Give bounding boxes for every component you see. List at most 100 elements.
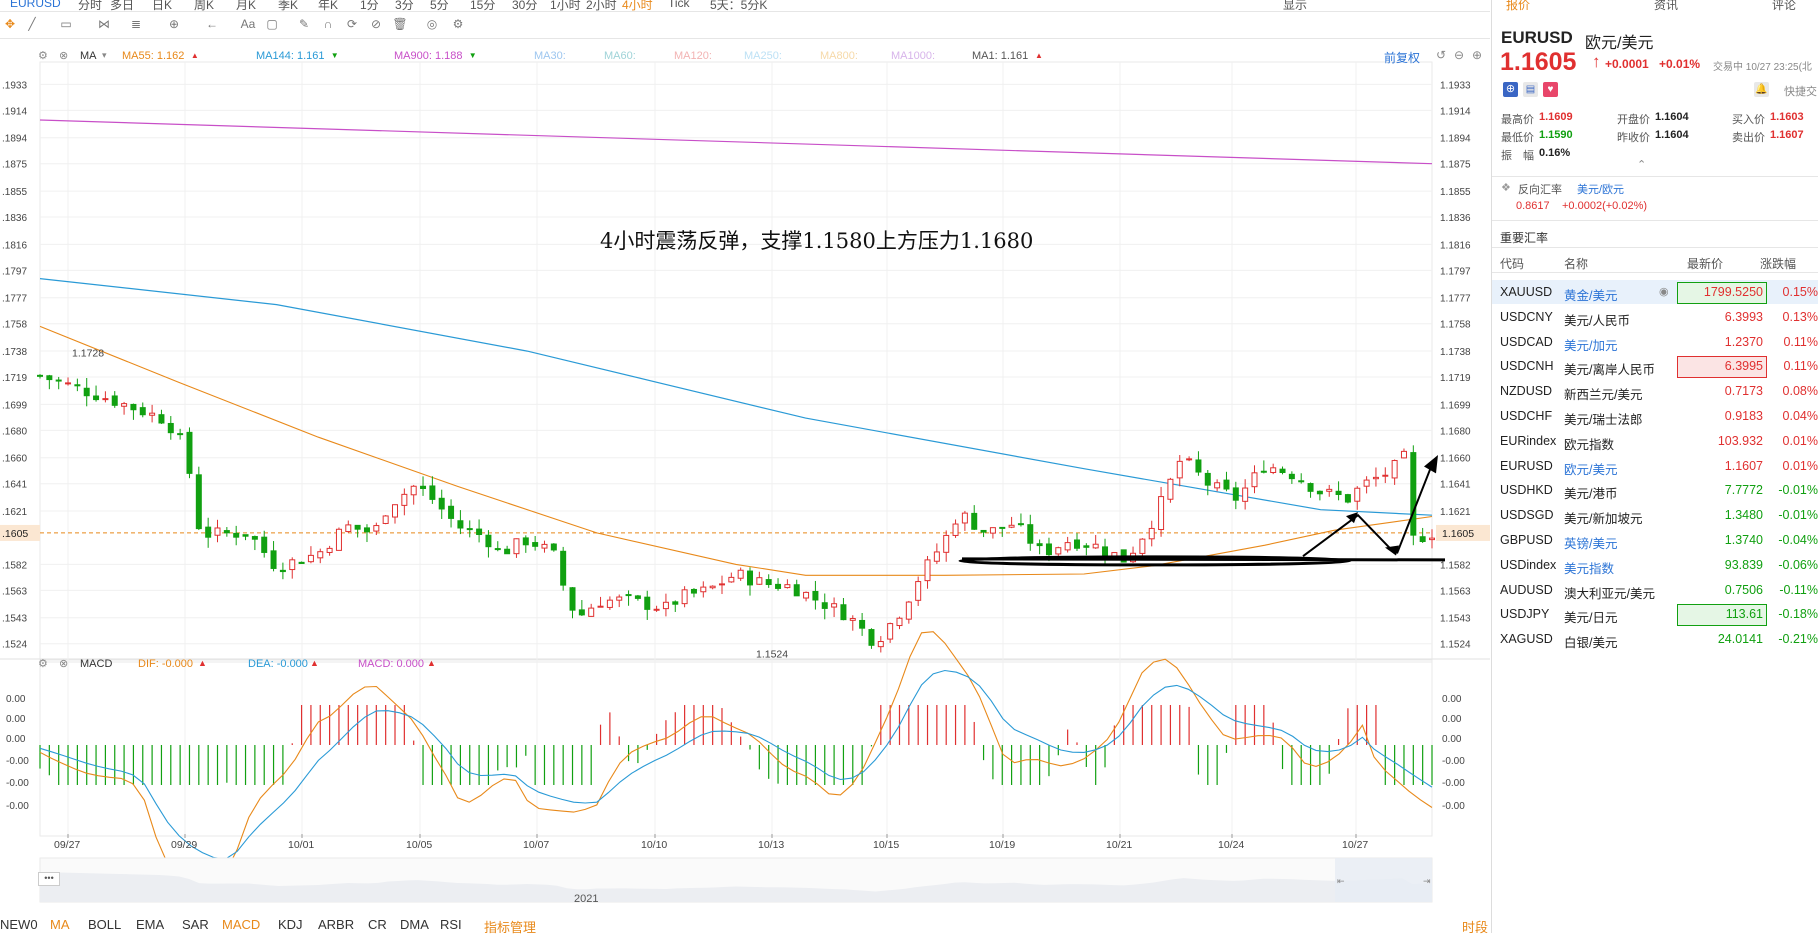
- adjust-button[interactable]: 前复权: [1384, 49, 1420, 66]
- doc-icon[interactable]: ▤: [1523, 82, 1538, 97]
- move-icon[interactable]: ✥: [2, 17, 18, 31]
- table-row[interactable]: EURindex 欧元指数 103.932 0.01%: [1492, 429, 1818, 453]
- column-header[interactable]: 代码: [1500, 255, 1524, 272]
- ma-legend-item[interactable]: MA30:: [534, 50, 566, 62]
- panel-tab[interactable]: 资讯: [1654, 0, 1678, 12]
- indicator-tab[interactable]: MACD: [222, 917, 260, 932]
- symbol-label[interactable]: EURUSD: [10, 0, 61, 10]
- left-handle-icon[interactable]: ⇤: [1337, 876, 1345, 886]
- table-row[interactable]: USDHKD 美元/港币 7.7772 -0.01%: [1492, 478, 1818, 502]
- rect-tool-icon[interactable]: ▭: [58, 17, 74, 31]
- table-row[interactable]: USDCHF 美元/瑞士法郎 0.9183 0.04%: [1492, 404, 1818, 428]
- plus-icon[interactable]: ⊕: [1472, 48, 1482, 62]
- row-name[interactable]: 欧元/美元: [1564, 459, 1662, 478]
- ma-legend-item[interactable]: MA120:: [674, 50, 712, 62]
- pen-tool-icon[interactable]: ✎: [296, 17, 312, 31]
- globe-icon[interactable]: ⊕: [1503, 82, 1518, 97]
- indicator-tab[interactable]: NEW0: [0, 917, 38, 932]
- ma-legend-item[interactable]: MA55: 1.162: [122, 50, 184, 62]
- zigzag-arrow[interactable]: [1302, 513, 1396, 557]
- sync-icon[interactable]: ⟳: [344, 17, 360, 31]
- row-name[interactable]: 美元指数: [1564, 558, 1662, 577]
- price-chart[interactable]: .1933 1.1933 .1914 1.1914 .1894 1.1894 .1875 1.…: [0, 38, 1490, 918]
- close-icon[interactable]: ⊗: [59, 657, 68, 670]
- pattern-tool-icon[interactable]: ⋈: [96, 17, 112, 31]
- quick-trade-button[interactable]: 快捷交: [1784, 83, 1817, 99]
- eye-icon[interactable]: ◎: [424, 17, 440, 31]
- ma-legend-item[interactable]: MA1: 1.161: [972, 50, 1028, 62]
- eye-icon[interactable]: ◉: [1659, 285, 1669, 298]
- indicator-tab[interactable]: BOLL: [88, 917, 121, 932]
- indicator-tab[interactable]: DMA: [400, 917, 429, 932]
- lock-icon[interactable]: ⊘: [368, 17, 384, 31]
- panel-tab[interactable]: 评论: [1772, 0, 1796, 12]
- table-row[interactable]: USDCNH 美元/离岸人民币 6.3995 0.11%: [1492, 354, 1818, 379]
- table-row[interactable]: AUDUSD 澳大利亚元/美元 0.7506 -0.11%: [1492, 578, 1818, 602]
- support-line[interactable]: [961, 557, 1446, 562]
- table-row[interactable]: USDCNY 美元/人民币 6.3993 0.13%: [1492, 305, 1818, 329]
- arrow-tool-icon[interactable]: ←: [204, 17, 220, 31]
- indicator-tab[interactable]: MA: [50, 917, 70, 932]
- indicator-tab[interactable]: SAR: [182, 917, 209, 932]
- settings-icon[interactable]: ⚙: [450, 17, 466, 31]
- table-row[interactable]: USDJPY 美元/日元 113.61 -0.18%: [1492, 602, 1818, 627]
- gear-icon[interactable]: ⚙: [38, 49, 48, 62]
- magnet-icon[interactable]: ∩: [320, 17, 336, 31]
- table-row[interactable]: EURUSD 欧元/美元 1.1607 0.01%: [1492, 454, 1818, 478]
- macd-label[interactable]: MACD: [80, 658, 112, 670]
- trash-icon[interactable]: 🗑: [392, 17, 408, 31]
- table-row[interactable]: USDCAD 美元/加元 1.2370 0.11%: [1492, 330, 1818, 354]
- table-row[interactable]: XAUUSD 黄金/美元 ◉ 1799.5250 0.15%: [1492, 280, 1818, 304]
- comment-tool-icon[interactable]: ▢: [264, 17, 280, 31]
- period-tab[interactable]: Tick: [668, 0, 690, 10]
- fibonacci-tool-icon[interactable]: ≣: [128, 17, 144, 31]
- undo-icon[interactable]: ↺: [1436, 48, 1446, 62]
- chevron-down-icon[interactable]: ▾: [102, 50, 107, 61]
- column-header[interactable]: 最新价: [1687, 255, 1723, 272]
- ma-legend-item[interactable]: MA900: 1.188: [394, 50, 463, 62]
- reverse-pair-link[interactable]: 美元/欧元: [1577, 181, 1624, 197]
- panel-tab[interactable]: 报价: [1506, 0, 1530, 12]
- ma-legend-item[interactable]: MA144: 1.161: [256, 50, 325, 62]
- ma-label[interactable]: MA: [80, 50, 97, 62]
- navigator-window[interactable]: [1335, 858, 1432, 902]
- table-row[interactable]: USDindex 美元指数 93.839 -0.06%: [1492, 553, 1818, 577]
- price-axis-label: .1797: [2, 266, 27, 277]
- indicator-tab[interactable]: RSI: [440, 917, 462, 932]
- column-header[interactable]: 名称: [1564, 255, 1588, 272]
- row-name[interactable]: 黄金/美元: [1564, 285, 1662, 304]
- ma-legend-item[interactable]: MA250:: [744, 50, 782, 62]
- table-row[interactable]: NZDUSD 新西兰元/美元 0.7173 0.08%: [1492, 379, 1818, 403]
- text-tool-icon[interactable]: Aa: [240, 17, 256, 31]
- gann-tool-icon[interactable]: ⊕: [166, 17, 182, 31]
- navigator-menu-button[interactable]: •••: [38, 872, 60, 886]
- ma-legend-item[interactable]: MA800:: [820, 50, 858, 62]
- column-header[interactable]: 涨跌幅: [1760, 255, 1796, 272]
- candle-body: [1382, 474, 1389, 477]
- row-name[interactable]: 英镑/美元: [1564, 533, 1662, 552]
- gear-icon[interactable]: ⚙: [38, 657, 48, 670]
- line-tool-icon[interactable]: ╱: [24, 17, 40, 31]
- table-row[interactable]: GBPUSD 英镑/美元 1.3740 -0.04%: [1492, 528, 1818, 552]
- heart-icon[interactable]: ♥: [1543, 82, 1558, 97]
- indicator-tab[interactable]: CR: [368, 917, 387, 932]
- table-row[interactable]: XAGUSD 白银/美元 24.0141 -0.21%: [1492, 627, 1818, 651]
- session-button[interactable]: 时段: [1462, 917, 1488, 936]
- table-row[interactable]: USDSGD 美元/新加坡元 1.3480 -0.01%: [1492, 503, 1818, 527]
- close-icon[interactable]: ⊗: [59, 49, 68, 62]
- chevron-up-icon[interactable]: ⌃: [1637, 158, 1646, 171]
- ma-legend-item[interactable]: MA1000:: [891, 50, 935, 62]
- macd-axis-label: -0.00: [1442, 756, 1465, 767]
- indicator-tab[interactable]: EMA: [136, 917, 164, 932]
- ma-legend-item[interactable]: MA60:: [604, 50, 636, 62]
- row-name[interactable]: 美元/加元: [1564, 335, 1662, 354]
- indicator-tab[interactable]: ARBR: [318, 917, 354, 932]
- indicator-tab[interactable]: KDJ: [278, 917, 303, 932]
- current-price-text: 1.1605: [1442, 528, 1474, 540]
- trend-arrows[interactable]: [1302, 454, 1438, 557]
- indicator-tab[interactable]: 指标管理: [484, 917, 536, 936]
- minus-icon[interactable]: ⊖: [1454, 48, 1464, 62]
- row-change-pct: 0.11%: [1783, 334, 1818, 349]
- bell-icon[interactable]: 🔔: [1754, 82, 1769, 97]
- right-handle-icon[interactable]: ⇥: [1423, 876, 1431, 886]
